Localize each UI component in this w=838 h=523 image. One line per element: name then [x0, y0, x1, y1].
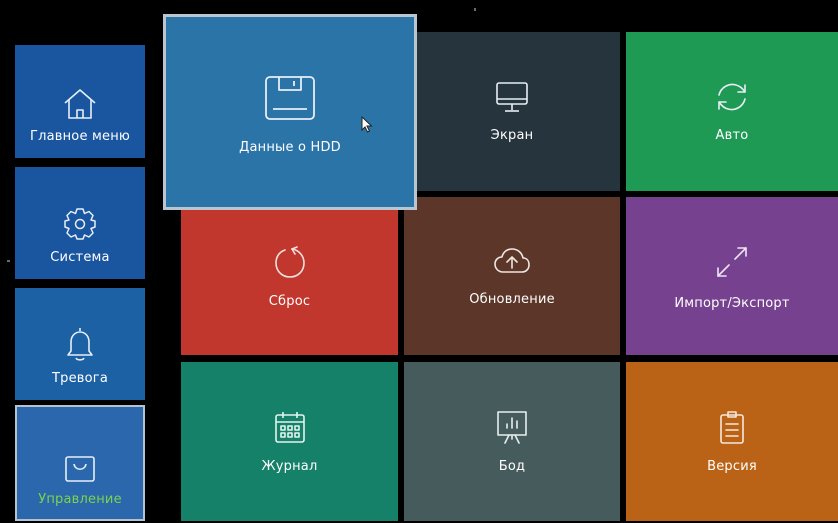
tile-label: Экран	[490, 128, 534, 143]
tile-baud[interactable]: Бод	[404, 362, 620, 521]
tile-label: Импорт/Экспорт	[674, 295, 790, 311]
reset-icon	[272, 244, 308, 280]
tile-auto[interactable]: Авто	[626, 32, 838, 191]
tile-label: Сброс	[268, 293, 311, 309]
sidebar-item-management[interactable]: Управление	[15, 405, 145, 521]
tile-label: Журнал	[261, 459, 318, 474]
sidebar-item-label: Тревога	[51, 371, 108, 386]
tile-screen[interactable]: Экран	[404, 32, 620, 191]
tile-reset[interactable]: Сброс	[181, 197, 398, 355]
sidebar-item-label: Главное меню	[29, 129, 131, 144]
expand-arrows-icon	[712, 242, 752, 282]
refresh-icon	[713, 80, 751, 114]
cloud-upload-icon	[492, 246, 532, 278]
bag-icon	[63, 454, 97, 484]
presentation-board-icon	[494, 409, 530, 445]
tile-log[interactable]: Журнал	[181, 362, 398, 521]
tile-label: Обновление	[469, 291, 555, 307]
sidebar-item-main-menu[interactable]: Главное меню	[15, 45, 145, 158]
clipboard-icon	[717, 409, 747, 445]
home-icon	[61, 87, 99, 121]
top-marker	[474, 8, 476, 11]
sidebar-item-alarm[interactable]: Тревога	[15, 288, 145, 400]
floppy-disk-icon	[263, 74, 317, 122]
tile-hdd-info[interactable]: Данные о HDD	[163, 14, 417, 210]
gear-icon	[62, 206, 98, 242]
bell-icon	[63, 325, 97, 363]
tile-version[interactable]: Версия	[626, 362, 838, 521]
tile-label: Бод	[498, 459, 526, 474]
sidebar-item-label: Управление	[38, 492, 122, 507]
tile-import-export[interactable]: Импорт/Экспорт	[626, 197, 838, 355]
tile-label: Данные о HDD	[239, 139, 341, 155]
mouse-cursor-icon	[361, 116, 373, 133]
monitor-icon	[494, 80, 530, 114]
left-marker	[7, 260, 10, 262]
tile-update[interactable]: Обновление	[404, 197, 620, 355]
sidebar-item-label: Система	[50, 250, 110, 265]
sidebar-item-system[interactable]: Система	[15, 167, 145, 279]
calendar-icon	[273, 409, 307, 445]
tile-label: Версия	[707, 459, 757, 474]
tile-label: Авто	[715, 128, 749, 143]
